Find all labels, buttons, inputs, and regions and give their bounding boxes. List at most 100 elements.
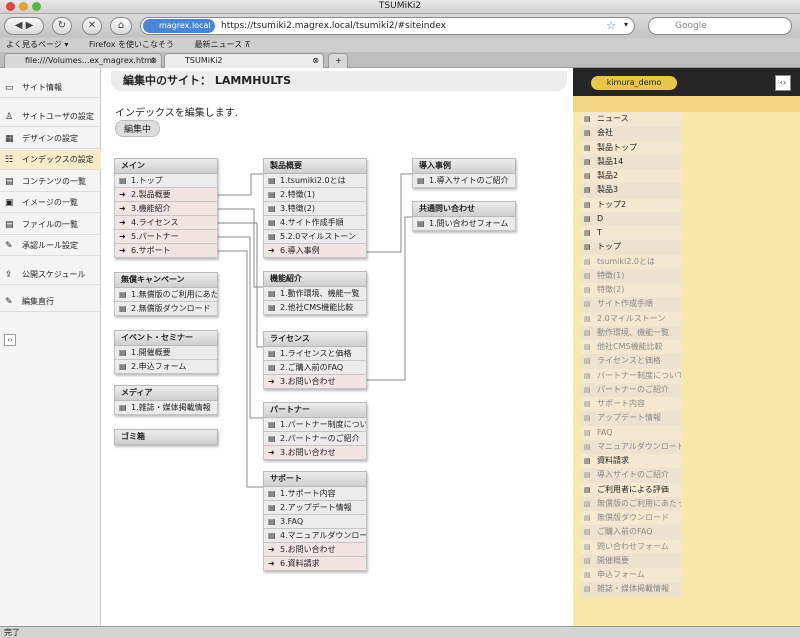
index-box-title[interactable]: 製品概要: [263, 158, 367, 174]
index-row[interactable]: ➜ 2.製品概要: [114, 188, 218, 202]
page-list-item[interactable]: ▤ 雑誌・媒体掲載情報: [581, 582, 681, 597]
index-row[interactable]: ▤ 5.2.0マイルストーン: [263, 230, 367, 244]
back-icon[interactable]: ◀: [15, 20, 23, 31]
index-row[interactable]: ▤ 1.導入サイトのご紹介: [412, 174, 516, 188]
index-box-title[interactable]: 導入事例: [412, 158, 516, 174]
sidebar-item[interactable]: ▣ イメージの一覧: [0, 193, 101, 213]
index-row[interactable]: ▤ 1.雑誌・媒体掲載情報: [114, 401, 218, 415]
index-row[interactable]: ▤ 1.ライセンスと価格: [263, 347, 367, 361]
site-identity-badge[interactable]: magrex.local: [143, 19, 215, 33]
page-list-item[interactable]: ▤ D: [581, 211, 681, 226]
sidebar-item[interactable]: ♙ サイトユーザの設定: [0, 107, 101, 127]
page-list-item[interactable]: ▤ 無償版のご利用にあたって: [581, 496, 681, 511]
index-box[interactable]: サポート ▤ 1.サポート内容 ▤ 2.アップデート情報 ▤ 3.FAQ ▤ 4.マニュアルダウ…: [263, 471, 367, 571]
new-tab-button[interactable]: +: [328, 53, 348, 68]
index-row[interactable]: ▤ 1.開催概要: [114, 346, 218, 360]
index-box[interactable]: 共通問い合わせ ▤ 1.問い合わせフォーム: [412, 201, 516, 231]
search-input[interactable]: Google: [648, 17, 792, 35]
page-list-item[interactable]: ▤ tsumiki2.0とは: [581, 254, 681, 269]
address-bar[interactable]: magrex.local https://tsumiki2.magrex.loc…: [140, 17, 635, 35]
page-list-item[interactable]: ▤ 製品2: [581, 169, 681, 184]
page-list-item[interactable]: ▤ トップ: [581, 240, 681, 255]
sidebar-item[interactable]: ⇪ 公開スケジュール: [0, 265, 101, 285]
index-box-title[interactable]: ライセンス: [263, 331, 367, 347]
index-row[interactable]: ➜ 6.資料請求: [263, 557, 367, 571]
close-tab-icon[interactable]: ⊗: [312, 54, 319, 68]
index-row[interactable]: ▤ 4.サイト作成手順: [263, 216, 367, 230]
page-list-item[interactable]: ▤ 製品3: [581, 183, 681, 198]
index-box[interactable]: パートナー ▤ 1.パートナー制度につい ▤ 2.パートナーのご紹介 ➜ 3.お問い合わせ: [263, 402, 367, 460]
page-list-item[interactable]: ▤ パートナーのご紹介: [581, 382, 681, 397]
index-box[interactable]: イベント・セミナー ▤ 1.開催概要 ▤ 2.申込フォーム: [114, 330, 218, 374]
page-list-item[interactable]: ▤ 2.0マイルストーン: [581, 311, 681, 326]
page-list-item[interactable]: ▤ アップデート情報: [581, 411, 681, 426]
minimize-window-button[interactable]: [19, 2, 28, 11]
page-list-item[interactable]: ▤ 資料請求: [581, 454, 681, 469]
index-box[interactable]: 導入事例 ▤ 1.導入サイトのご紹介: [412, 158, 516, 188]
index-row[interactable]: ▤ 1.パートナー制度につい: [263, 418, 367, 432]
index-box-title[interactable]: 共通問い合わせ: [412, 201, 516, 217]
index-row[interactable]: ▤ 2.ご購入前のFAQ: [263, 361, 367, 375]
page-list-item[interactable]: ▤ T: [581, 226, 681, 241]
url-text[interactable]: https://tsumiki2.magrex.local/tsumiki2/#…: [221, 18, 446, 34]
index-box-title[interactable]: メイン: [114, 158, 218, 174]
index-row[interactable]: ▤ 3.FAQ: [263, 515, 367, 529]
zoom-window-button[interactable]: [32, 2, 41, 11]
page-list-item[interactable]: ▤ 特徴(1): [581, 268, 681, 283]
index-box[interactable]: ライセンス ▤ 1.ライセンスと価格 ▤ 2.ご購入前のFAQ ➜ 3.お問い合わせ: [263, 331, 367, 389]
index-box-title[interactable]: ゴミ箱: [114, 429, 218, 445]
page-list-item[interactable]: ▤ 問い合わせフォーム: [581, 539, 681, 554]
sidebar-item[interactable]: ▭ サイト情報: [0, 78, 101, 98]
back-forward-buttons[interactable]: ◀ ▶: [4, 17, 44, 35]
index-row[interactable]: ▤ 4.マニュアルダウンロー: [263, 529, 367, 543]
sidebar-item[interactable]: ✎ 編集直行: [0, 292, 101, 312]
index-row[interactable]: ➜ 5.お問い合わせ: [263, 543, 367, 557]
close-tab-icon[interactable]: ⊗: [150, 54, 157, 68]
page-list-item[interactable]: ▤ ご購入前のFAQ: [581, 525, 681, 540]
user-badge[interactable]: kimura_demo: [591, 76, 677, 90]
index-row[interactable]: ▤ 3.特徴(2): [263, 202, 367, 216]
index-row[interactable]: ➜ 3.お問い合わせ: [263, 446, 367, 460]
index-box-title[interactable]: 機能紹介: [263, 271, 367, 287]
page-list-item[interactable]: ▤ 動作環境、機能一覧: [581, 325, 681, 340]
forward-icon[interactable]: ▶: [26, 20, 34, 31]
index-box-title[interactable]: メディア: [114, 385, 218, 401]
index-row[interactable]: ▤ 2.無償版ダウンロード: [114, 302, 218, 316]
sidebar-toggle-button[interactable]: ‹›: [4, 334, 16, 346]
page-list-item[interactable]: ▤ トップ2: [581, 197, 681, 212]
page-list-item[interactable]: ▤ マニュアルダウンロード: [581, 439, 681, 454]
dropdown-icon[interactable]: ▾: [624, 20, 628, 29]
sidebar-item[interactable]: ▤ ファイルの一覧: [0, 215, 101, 235]
sidebar-item[interactable]: ▦ デザインの設定: [0, 129, 101, 149]
index-box-title[interactable]: 無償キャンペーン: [114, 272, 218, 288]
index-box[interactable]: ゴミ箱: [114, 429, 218, 445]
page-list-item[interactable]: ▤ 製品14: [581, 154, 681, 169]
page-list-item[interactable]: ▤ 導入サイトのご紹介: [581, 468, 681, 483]
page-list-item[interactable]: ▤ サイト作成手順: [581, 297, 681, 312]
tab-tsumiki[interactable]: TSUMiKi2 ⊗: [164, 53, 324, 68]
page-list-item[interactable]: ▤ サポート内容: [581, 397, 681, 412]
index-box[interactable]: 製品概要 ▤ 1.tsumiki2.0とは ▤ 2.特徴(1) ▤ 3.特徴(2) ▤ 4.サイ…: [263, 158, 367, 258]
home-button[interactable]: ⌂: [110, 17, 132, 35]
index-box-title[interactable]: サポート: [263, 471, 367, 487]
index-row[interactable]: ▤ 2.アップデート情報: [263, 501, 367, 515]
index-box[interactable]: メディア ▤ 1.雑誌・媒体掲載情報: [114, 385, 218, 415]
sidebar-item[interactable]: ☷ インデックスの設定: [0, 150, 101, 170]
index-row[interactable]: ➜ 5.パートナー: [114, 230, 218, 244]
index-row[interactable]: ➜ 6.導入事例: [263, 244, 367, 258]
page-list-item[interactable]: ▤ 申込フォーム: [581, 568, 681, 583]
sidebar-item[interactable]: ▤ コンテンツの一覧: [0, 172, 101, 192]
close-window-button[interactable]: [6, 2, 15, 11]
index-row[interactable]: ▤ 2.他社CMS機能比較: [263, 301, 367, 315]
index-box[interactable]: メイン ▤ 1.トップ ➜ 2.製品概要 ➜ 3.機能紹介 ➜ 4.ライセンス ➜ 5.パートナー ➜…: [114, 158, 218, 258]
index-row[interactable]: ▤ 1.問い合わせフォーム: [412, 217, 516, 231]
bookmark-link[interactable]: Firefox を使いこなそう: [89, 40, 174, 49]
index-box-title[interactable]: イベント・セミナー: [114, 330, 218, 346]
page-list-item[interactable]: ▤ 会社: [581, 126, 681, 141]
index-row[interactable]: ▤ 2.パートナーのご紹介: [263, 432, 367, 446]
index-row[interactable]: ▤ 1.無償版のご利用にあた: [114, 288, 218, 302]
page-list-item[interactable]: ▤ ご利用者による評価: [581, 482, 681, 497]
page-list-item[interactable]: ▤ FAQ: [581, 425, 681, 440]
page-list-item[interactable]: ▤ 無償版ダウンロード: [581, 511, 681, 526]
stop-button[interactable]: ✕: [82, 17, 102, 35]
